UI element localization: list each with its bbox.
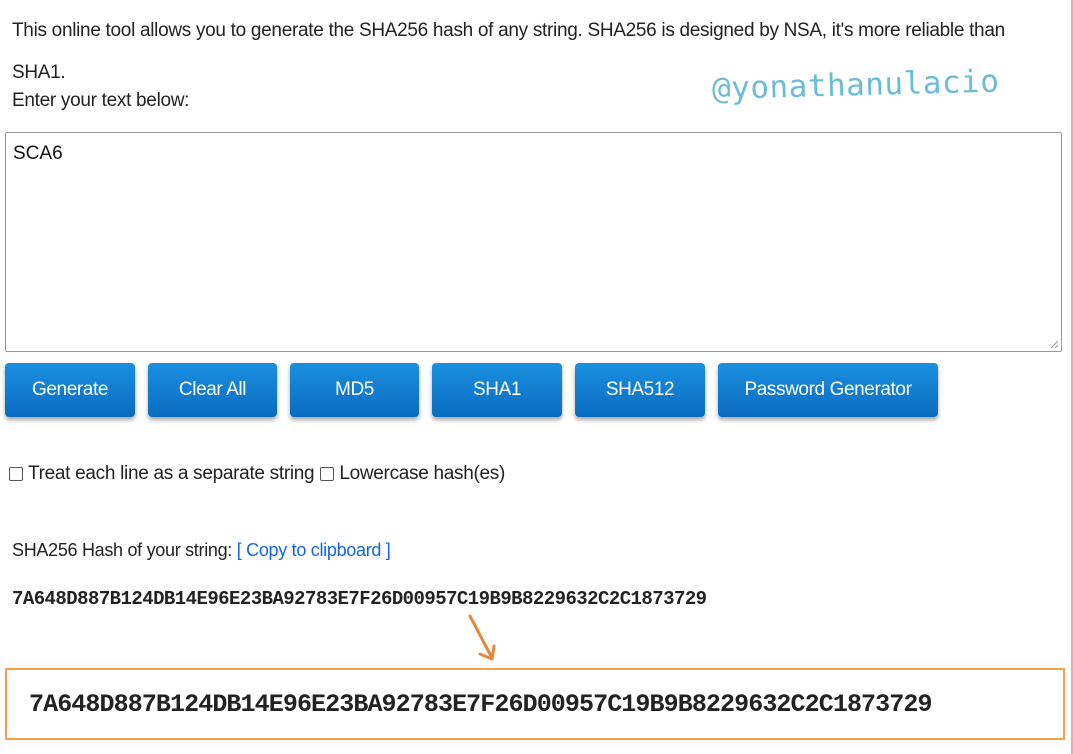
lowercase-checkbox[interactable] — [320, 467, 335, 481]
arrow-down-icon — [468, 614, 496, 661]
result-header: SHA256 Hash of your string: [ Copy to cl… — [12, 540, 391, 561]
hash-output: 7A648D887B124DB14E96E23BA92783E7F26D0095… — [12, 588, 707, 610]
generate-button[interactable]: Generate — [5, 363, 135, 417]
highlighted-hash-box: 7A648D887B124DB14E96E23BA92783E7F26D0095… — [5, 668, 1065, 740]
result-label: SHA256 Hash of your string: — [12, 540, 233, 560]
copy-to-clipboard-link[interactable]: [ Copy to clipboard ] — [237, 540, 391, 560]
text-input[interactable] — [5, 132, 1062, 352]
password-generator-button[interactable]: Password Generator — [718, 363, 938, 417]
md5-button[interactable]: MD5 — [290, 363, 419, 417]
clear-all-button[interactable]: Clear All — [148, 363, 277, 417]
lowercase-label[interactable]: Lowercase hash(es) — [339, 463, 505, 485]
options-row: Treat each line as a separate string Low… — [9, 463, 511, 485]
watermark-handle: @yonathanulacio — [711, 63, 1000, 107]
input-label: Enter your text below: — [12, 90, 190, 111]
resize-grip-icon[interactable] — [1050, 340, 1059, 349]
sha1-button[interactable]: SHA1 — [432, 363, 562, 417]
separate-lines-label[interactable]: Treat each line as a separate string — [28, 463, 315, 485]
separate-lines-checkbox[interactable] — [9, 467, 23, 481]
sha512-button[interactable]: SHA512 — [575, 363, 705, 417]
